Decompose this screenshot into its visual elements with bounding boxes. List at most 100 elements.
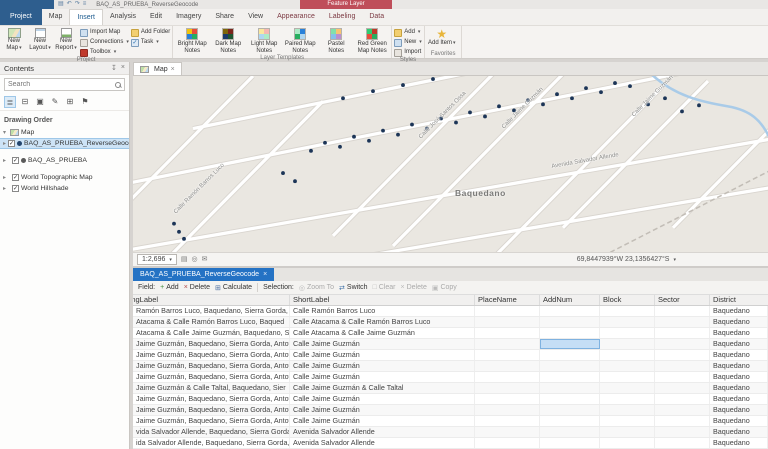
tab-edit[interactable]: Edit — [143, 9, 169, 25]
table-cell[interactable] — [600, 317, 655, 327]
tab-appearance[interactable]: Appearance — [270, 9, 322, 25]
pin-icon[interactable]: ↧ — [111, 64, 117, 72]
table-cell[interactable]: Baquedano — [710, 372, 768, 382]
table-cell[interactable] — [600, 438, 655, 448]
table-cell[interactable] — [540, 383, 600, 393]
table-cell[interactable] — [600, 339, 655, 349]
new-layout-button[interactable]: New Layout▾ — [28, 27, 52, 52]
tab-analysis[interactable]: Analysis — [103, 9, 143, 25]
table-cell[interactable]: Baquedano — [710, 427, 768, 437]
table-row[interactable]: Jaime Guzmán, Baquedano, Sierra Gorda, A… — [133, 416, 768, 427]
table-cell[interactable] — [540, 361, 600, 371]
undo-icon[interactable]: ↶ — [67, 0, 72, 9]
table-cell[interactable] — [600, 394, 655, 404]
new-report-button[interactable]: New Report▾ — [54, 27, 78, 52]
table-cell[interactable]: Baquedano — [710, 328, 768, 338]
close-icon[interactable]: × — [121, 64, 125, 72]
table-cell[interactable] — [600, 328, 655, 338]
column-header-district[interactable]: District — [710, 295, 768, 305]
table-cell[interactable]: Baquedano — [710, 350, 768, 360]
column-header-shortlabel[interactable]: ShortLabel — [290, 295, 475, 305]
table-cell[interactable] — [600, 416, 655, 426]
table-cell[interactable] — [600, 306, 655, 316]
table-cell[interactable]: Jaime Guzmán, Baquedano, Sierra Gorda, A… — [133, 339, 290, 349]
table-cell[interactable] — [600, 383, 655, 393]
tab-project[interactable]: Project — [0, 9, 42, 25]
table-cell[interactable] — [475, 317, 540, 327]
table-cell[interactable]: Atacama & Calle Jaime Guzmán, Baquedano,… — [133, 328, 290, 338]
column-header-sector[interactable]: Sector — [655, 295, 710, 305]
column-header-addnum[interactable]: AddNum — [540, 295, 600, 305]
table-cell[interactable]: Avenida Salvador Allende — [290, 427, 475, 437]
styles-new-button[interactable]: New▾ — [394, 38, 422, 47]
table-cell[interactable] — [475, 405, 540, 415]
import-map-button[interactable]: Import Map — [80, 28, 129, 37]
table-row[interactable]: Jaime Guzmán, Baquedano, Sierra Gorda, A… — [133, 350, 768, 361]
tab-insert[interactable]: Insert — [69, 9, 103, 25]
scale-selector[interactable]: 1:2,696 ▾ — [137, 254, 177, 265]
table-cell[interactable] — [475, 350, 540, 360]
table-cell[interactable] — [475, 438, 540, 448]
table-cell[interactable] — [540, 394, 600, 404]
search-icon[interactable] — [115, 82, 121, 88]
table-cell[interactable] — [655, 328, 710, 338]
table-cell[interactable]: Baquedano — [710, 306, 768, 316]
table-row[interactable]: Jaime Guzmán, Baquedano, Sierra Gorda, A… — [133, 405, 768, 416]
field-delete-button[interactable]: ×Delete — [184, 284, 210, 291]
expand-icon[interactable]: ▸ — [3, 157, 10, 164]
column-header-placename[interactable]: PlaceName — [475, 295, 540, 305]
table-cell[interactable] — [540, 427, 600, 437]
list-by-editing-icon[interactable]: ✎ — [49, 96, 61, 108]
table-cell[interactable]: Ramón Barros Luco, Baquedano, Sierra Gor… — [133, 306, 290, 316]
add-item-button[interactable]: ★ Add Item▾ — [427, 27, 457, 47]
table-row[interactable]: Jaime Guzmán & Calle Taltal, Baquedano, … — [133, 383, 768, 394]
table-cell[interactable] — [475, 383, 540, 393]
table-cell[interactable]: Calle Jaime Guzmán — [290, 361, 475, 371]
layer-checkbox[interactable]: ✓ — [12, 157, 19, 164]
save-icon[interactable]: ▤ — [58, 0, 64, 9]
list-by-labeling-icon[interactable]: ⚑ — [79, 96, 91, 108]
table-cell[interactable] — [540, 339, 600, 349]
table-cell[interactable] — [655, 416, 710, 426]
basemap-icon[interactable]: ▤ — [181, 254, 188, 265]
table-row[interactable]: ida Salvador Allende, Baquedano, Sierra … — [133, 438, 768, 449]
table-cell[interactable]: Baquedano — [710, 317, 768, 327]
table-cell[interactable]: Calle Jaime Guzmán — [290, 350, 475, 360]
connections-button[interactable]: Connections▾ — [80, 38, 129, 47]
layer-item-map[interactable]: ▾ Map — [0, 127, 129, 138]
expand-icon[interactable]: ▾ — [3, 129, 10, 136]
expand-icon[interactable]: ▸ — [3, 174, 10, 181]
table-cell[interactable]: Baquedano — [710, 405, 768, 415]
table-row[interactable]: Atacama & Calle Jaime Guzmán, Baquedano,… — [133, 328, 768, 339]
table-cell[interactable]: Avenida Salvador Allende — [290, 438, 475, 448]
table-row[interactable]: Jaime Guzmán, Baquedano, Sierra Gorda, A… — [133, 361, 768, 372]
table-cell[interactable]: Baquedano — [710, 361, 768, 371]
table-cell[interactable] — [600, 361, 655, 371]
redo-icon[interactable]: ↷ — [75, 0, 80, 9]
styles-import-button[interactable]: Import — [394, 48, 422, 57]
column-header-block[interactable]: Block — [600, 295, 655, 305]
close-icon[interactable]: × — [171, 66, 175, 73]
table-cell[interactable]: Baquedano — [710, 438, 768, 448]
table-cell[interactable]: vida Salvador Allende, Baquedano, Sierra… — [133, 427, 290, 437]
table-row[interactable]: Atacama & Calle Ramón Barros Luco, Baque… — [133, 317, 768, 328]
table-cell[interactable]: Calle Jaime Guzmán — [290, 339, 475, 349]
table-cell[interactable] — [655, 317, 710, 327]
table-row[interactable]: vida Salvador Allende, Baquedano, Sierra… — [133, 427, 768, 438]
tab-map[interactable]: Map — [42, 9, 70, 25]
notification-icon[interactable]: ✉ — [202, 254, 208, 265]
table-cell[interactable] — [540, 350, 600, 360]
table-cell[interactable] — [600, 350, 655, 360]
table-cell[interactable] — [655, 350, 710, 360]
layer-item-reversegeocode[interactable]: ▸ ✓ BAQ_AS_PRUEBA_ReverseGeocode — [0, 138, 129, 149]
tab-view[interactable]: View — [241, 9, 270, 25]
table-row[interactable]: Jaime Guzmán, Baquedano, Sierra Gorda, A… — [133, 394, 768, 405]
table-row[interactable]: Jaime Guzmán, Baquedano, Sierra Gorda, A… — [133, 372, 768, 383]
selection-switch-button[interactable]: ⇄Switch — [339, 284, 368, 292]
paired-map-notes-button[interactable]: Paired Map Notes — [283, 27, 317, 55]
table-cell[interactable] — [540, 438, 600, 448]
table-cell[interactable]: Baquedano — [710, 339, 768, 349]
layer-checkbox[interactable]: ✓ — [8, 140, 15, 147]
light-map-notes-button[interactable]: Light Map Notes — [247, 27, 281, 55]
table-cell[interactable]: Calle Jaime Guzmán — [290, 372, 475, 382]
